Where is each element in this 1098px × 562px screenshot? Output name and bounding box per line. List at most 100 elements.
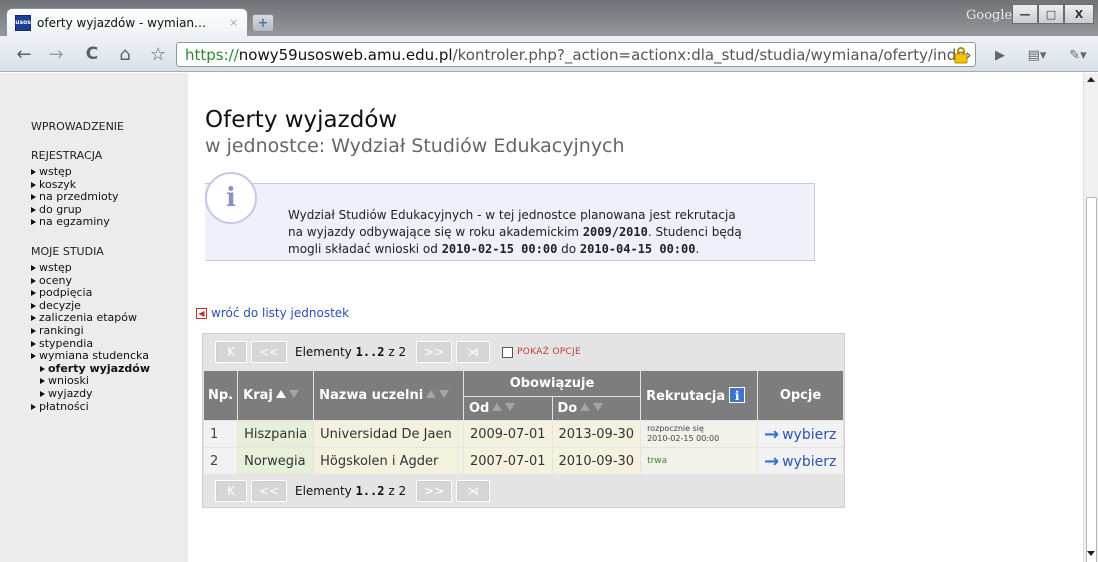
table-row: 2 Norwegia Högskolen i Agder 2007-07-01 … [202,447,844,475]
col-header-uczelnia[interactable]: Nazwa uczelni [313,370,464,421]
pager-prev-button[interactable]: << [251,480,287,502]
triangle-icon [31,340,36,347]
scroll-up-icon[interactable] [1087,77,1095,82]
menu-item-na-egzaminy[interactable]: na egzaminy [31,216,188,229]
table-row: 1 Hiszpania Universidad De Jaen 2009-07-… [202,420,844,448]
reload-icon[interactable]: C [80,43,104,65]
home-icon[interactable]: ⌂ [113,43,137,65]
info-box: i Wydział Studiów Edukacyjnych - w tej j… [205,172,815,261]
col-header-kraj[interactable]: Kraj [237,370,315,421]
select-offer-link[interactable]: → wybierz [757,420,844,448]
bookmark-star-icon[interactable]: ☆ [146,43,170,65]
triangle-icon [31,219,36,226]
sort-desc-icon[interactable] [505,403,516,411]
browser-titlebar: usos oferty wyjazdów - wymian… × + Googl… [0,0,1098,36]
col-header-obowiazuje: Obowiązuje [462,370,642,397]
back-to-units-link[interactable]: ◀ wróć do listy jednostek [196,306,349,320]
col-header-od[interactable]: Od [462,396,553,421]
window-label: Google [966,8,1013,23]
offers-table: Np. Kraj Nazwa uczelni Obowiązuje Rekrut… [202,370,844,475]
triangle-icon [31,327,36,334]
triangle-icon [31,353,36,360]
lock-icon[interactable] [953,46,969,64]
back-arrow-icon[interactable]: ← [12,43,36,65]
cell-rekrutacja: trwa [640,447,758,475]
pager-first-button[interactable]: K [215,480,247,502]
info-text: Wydział Studiów Edukacyjnych - w tej jed… [288,208,742,256]
pager-range-text: Elementy 1..2 z 2 [295,345,407,359]
show-options-checkbox[interactable] [502,346,514,358]
tab-close-icon[interactable]: × [229,16,238,29]
close-window-button[interactable]: X [1064,4,1094,24]
triangle-icon [31,181,36,188]
info-icon: i [205,172,257,224]
col-header-rekrutacja: Rekrutacja i [640,370,758,421]
minimize-button[interactable]: — [1012,4,1038,24]
cell-od: 2009-07-01 [462,420,553,448]
play-icon[interactable]: ▶ [988,45,1012,65]
show-options-label[interactable]: POKAŻ OPCJE [517,347,581,357]
menu-intro[interactable]: WPROWADZENIE [31,120,188,133]
page-viewport: WPROWADZENIE REJESTRACJA wstęp koszyk na… [0,73,1083,562]
pager-next-button[interactable]: >> [416,341,453,363]
cell-od: 2007-07-01 [462,447,553,475]
pager-next-button[interactable]: >> [416,480,453,502]
triangle-icon [31,169,36,175]
col-header-do[interactable]: Do [551,396,642,421]
page-menu-icon[interactable]: ▤▾ [1020,45,1054,65]
forward-arrow-icon[interactable]: → [44,43,68,65]
select-offer-link[interactable]: → wybierz [757,447,844,475]
triangle-icon [31,290,36,297]
cell-do: 2010-09-30 [551,447,642,475]
wrench-menu-icon[interactable]: ✎▾ [1060,45,1096,65]
triangle-icon [31,277,36,284]
triangle-icon [31,206,36,213]
menu-section-moje-studia[interactable]: MOJE STUDIA [31,245,188,258]
col-header-opcje: Opcje [757,370,844,421]
browser-toolbar: ← → C ⌂ ☆ https://nowy59usosweb.amu.edu.… [0,36,1098,72]
col-header-np: Np. [202,370,239,421]
triangle-icon [40,365,45,372]
back-link-icon: ◀ [196,307,207,319]
cell-np: 1 [202,420,239,448]
arrow-right-icon: → [764,423,780,445]
cell-uczelnia: Universidad De Jaen [313,420,464,448]
menu-item-platnosci[interactable]: płatności [31,400,188,414]
vertical-scrollbar[interactable] [1083,73,1098,562]
info-badge-icon[interactable]: i [729,387,746,403]
menu-section-rejestracja[interactable]: REJESTRACJA [31,149,188,162]
sort-desc-icon[interactable] [439,390,450,398]
arrow-right-icon: → [764,450,780,472]
pager-top: K << Elementy 1..2 z 2 >> ⋊ POKAŻ OPCJE [203,334,844,370]
usos-favicon-icon: usos [15,14,31,31]
pager-first-button[interactable]: K [215,341,247,363]
page-subtitle: w jednostce: Wydział Studiów Edukacyjnyc… [205,135,625,157]
address-bar[interactable]: https://nowy59usosweb.amu.edu.pl/kontrol… [176,42,976,67]
offers-table-panel: K << Elementy 1..2 z 2 >> ⋊ POKAŻ OPCJE … [202,333,845,508]
cell-do: 2013-09-30 [551,420,642,448]
pager-last-button[interactable]: ⋊ [456,480,491,502]
sort-asc-icon[interactable] [580,403,591,411]
pager-bottom: K << Elementy 1..2 z 2 >> ⋊ [203,475,844,507]
pager-range-text: Elementy 1..2 z 2 [295,484,407,498]
cell-kraj: Hiszpania [237,420,315,448]
maximize-button[interactable]: □ [1038,4,1064,24]
new-tab-button[interactable]: + [252,14,274,32]
triangle-icon [31,264,36,271]
cell-rekrutacja: rozpocznie się 2010-02-15 00:00 [640,420,758,448]
pager-last-button[interactable]: ⋊ [456,341,491,363]
page-title: Oferty wyjazdów [205,107,398,133]
sort-asc-icon[interactable] [426,390,437,398]
cell-np: 2 [202,447,239,475]
scrollbar-thumb[interactable] [1086,197,1097,562]
sort-asc-icon[interactable] [492,403,503,411]
scroll-down-icon[interactable] [1087,551,1095,556]
sidebar: WPROWADZENIE REJESTRACJA wstęp koszyk na… [0,73,188,562]
main-content: Oferty wyjazdów w jednostce: Wydział Stu… [196,73,1075,508]
sort-desc-icon[interactable] [593,403,604,411]
sort-asc-icon[interactable] [275,390,286,398]
sort-desc-icon[interactable] [288,390,299,398]
browser-tab[interactable]: usos oferty wyjazdów - wymian… × [6,8,248,36]
triangle-icon [31,302,36,309]
pager-prev-button[interactable]: << [251,341,287,363]
